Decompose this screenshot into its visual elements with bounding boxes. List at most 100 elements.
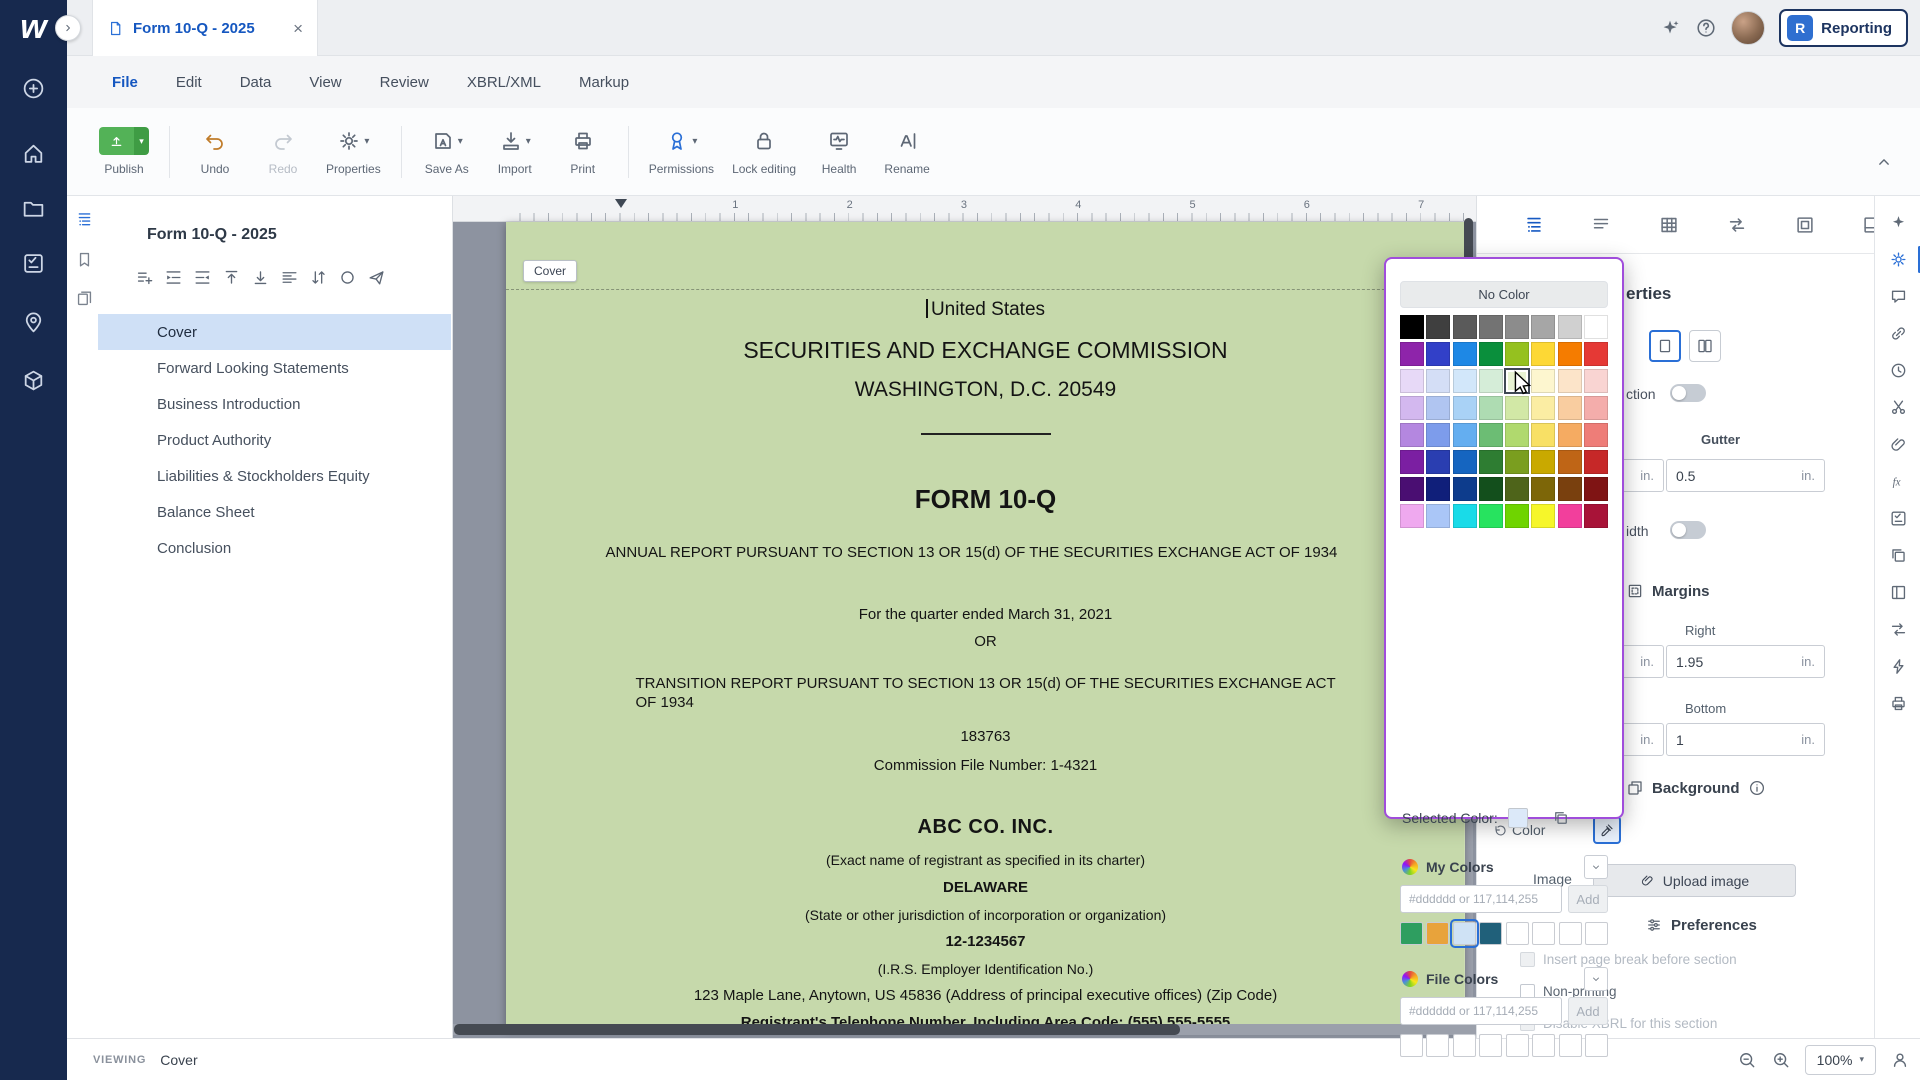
publish-button[interactable]: ▾ Publish xyxy=(93,123,155,180)
width-toggle[interactable] xyxy=(1670,521,1706,539)
document-page[interactable]: Cover United StatesSECURITIES AND EXCHAN… xyxy=(506,222,1465,1029)
color-swatch[interactable] xyxy=(1531,477,1555,501)
margin-marker[interactable] xyxy=(615,199,627,208)
import-button[interactable]: ▾ Import xyxy=(484,123,546,180)
color-swatch[interactable] xyxy=(1531,423,1555,447)
layout-single-button[interactable] xyxy=(1649,330,1681,362)
empty-color-swatch[interactable] xyxy=(1506,1034,1529,1057)
bookmarks-tab-icon[interactable] xyxy=(75,250,94,269)
rename-button[interactable]: Rename xyxy=(876,123,938,180)
layout-panel-button[interactable] xyxy=(1875,574,1920,611)
copies-panel-button[interactable] xyxy=(1875,537,1920,574)
connections-panel-button[interactable] xyxy=(1875,611,1920,648)
color-swatch[interactable] xyxy=(1558,315,1582,339)
color-swatch[interactable] xyxy=(1584,477,1608,501)
outline-item-cover[interactable]: Cover xyxy=(98,314,451,350)
color-swatch[interactable] xyxy=(1479,369,1503,393)
color-swatch[interactable] xyxy=(1400,450,1424,474)
color-swatch[interactable] xyxy=(1479,396,1503,420)
avatar[interactable] xyxy=(1731,11,1765,45)
menu-edit[interactable]: Edit xyxy=(157,66,221,99)
color-swatch[interactable] xyxy=(1584,315,1608,339)
zoom-in-icon[interactable] xyxy=(1771,1050,1791,1070)
zoom-out-icon[interactable] xyxy=(1737,1050,1757,1070)
cut-panel-button[interactable] xyxy=(1875,389,1920,426)
shortcuts-panel-button[interactable] xyxy=(1875,648,1920,685)
color-swatch[interactable] xyxy=(1505,396,1529,420)
color-swatch[interactable] xyxy=(1584,396,1608,420)
print-panel-button[interactable] xyxy=(1875,685,1920,722)
color-swatch[interactable] xyxy=(1453,396,1477,420)
save-as-button[interactable]: ▾ Save As xyxy=(416,123,478,180)
file-colors-input[interactable] xyxy=(1400,997,1562,1025)
layout-double-button[interactable] xyxy=(1689,330,1721,362)
no-color-button[interactable]: No Color xyxy=(1400,281,1608,308)
color-swatch[interactable] xyxy=(1531,504,1555,528)
file-colors-add-button[interactable]: Add xyxy=(1568,997,1608,1025)
tab-table-props-icon[interactable] xyxy=(1658,214,1680,236)
menu-file[interactable]: File xyxy=(93,66,157,99)
sparkles-panel-button[interactable] xyxy=(1875,204,1920,241)
outline-item-business-introduction[interactable]: Business Introduction xyxy=(98,386,451,422)
help-icon[interactable] xyxy=(1695,17,1717,39)
create-icon[interactable] xyxy=(21,76,46,101)
color-swatch[interactable] xyxy=(1479,450,1503,474)
history-panel-button[interactable] xyxy=(1875,352,1920,389)
menu-view[interactable]: View xyxy=(290,66,360,99)
empty-color-swatch[interactable] xyxy=(1426,1034,1449,1057)
menu-xbrl-xml[interactable]: XBRL/XML xyxy=(448,66,560,99)
tab-outline-props-icon[interactable] xyxy=(1523,214,1545,236)
section-toggle[interactable] xyxy=(1670,384,1706,402)
empty-color-swatch[interactable] xyxy=(1479,1034,1502,1057)
files-icon[interactable] xyxy=(21,196,46,221)
color-swatch[interactable] xyxy=(1558,369,1582,393)
document-tab[interactable]: Form 10-Q - 2025 × xyxy=(92,0,318,56)
empty-color-swatch[interactable] xyxy=(1532,922,1555,945)
color-swatch[interactable] xyxy=(1400,396,1424,420)
my-colors-expand-button[interactable] xyxy=(1584,855,1608,879)
saved-color-swatch[interactable] xyxy=(1426,922,1449,945)
color-swatch[interactable] xyxy=(1479,477,1503,501)
color-swatch[interactable] xyxy=(1426,504,1450,528)
pages-tab-icon[interactable] xyxy=(75,289,94,308)
color-swatch[interactable] xyxy=(1453,423,1477,447)
color-swatch[interactable] xyxy=(1479,423,1503,447)
upload-image-button[interactable]: Upload image xyxy=(1593,864,1796,897)
color-swatch[interactable] xyxy=(1453,342,1477,366)
color-swatch[interactable] xyxy=(1400,342,1424,366)
color-swatch[interactable] xyxy=(1400,423,1424,447)
saved-color-swatch[interactable] xyxy=(1400,922,1423,945)
outline-item-balance-sheet[interactable]: Balance Sheet xyxy=(98,494,451,530)
copy-color-icon[interactable] xyxy=(1552,809,1570,827)
workspace-switcher-button[interactable]: R Reporting xyxy=(1779,9,1908,47)
empty-color-swatch[interactable] xyxy=(1506,922,1529,945)
status-filter-icon[interactable] xyxy=(338,268,357,287)
color-swatch[interactable] xyxy=(1426,477,1450,501)
settings-panel-button[interactable] xyxy=(1875,241,1920,278)
saved-color-swatch[interactable] xyxy=(1453,922,1476,945)
menu-markup[interactable]: Markup xyxy=(560,66,648,99)
move-up-icon[interactable] xyxy=(222,268,241,287)
outline-item-liabilities-stockholders-equity[interactable]: Liabilities & Stockholders Equity xyxy=(98,458,451,494)
close-tab-icon[interactable]: × xyxy=(293,20,303,37)
zoom-level-button[interactable]: 100% ▾ xyxy=(1805,1045,1876,1075)
my-colors-add-button[interactable]: Add xyxy=(1568,885,1608,913)
color-swatch[interactable] xyxy=(1531,450,1555,474)
color-swatch[interactable] xyxy=(1531,396,1555,420)
outline-item-product-authority[interactable]: Product Authority xyxy=(98,422,451,458)
comments-panel-button[interactable] xyxy=(1875,278,1920,315)
color-swatch[interactable] xyxy=(1400,477,1424,501)
send-icon[interactable] xyxy=(367,268,386,287)
my-colors-input[interactable] xyxy=(1400,885,1562,913)
color-swatch[interactable] xyxy=(1505,369,1529,393)
tasks-panel-button[interactable] xyxy=(1875,500,1920,537)
info-icon[interactable] xyxy=(1748,779,1766,797)
locations-icon[interactable] xyxy=(21,310,46,335)
color-picker-button[interactable] xyxy=(1593,816,1621,844)
empty-color-swatch[interactable] xyxy=(1585,922,1608,945)
empty-color-swatch[interactable] xyxy=(1559,922,1582,945)
color-swatch[interactable] xyxy=(1400,315,1424,339)
home-icon[interactable] xyxy=(21,141,46,166)
color-swatch[interactable] xyxy=(1558,423,1582,447)
print-button[interactable]: Print xyxy=(552,123,614,180)
